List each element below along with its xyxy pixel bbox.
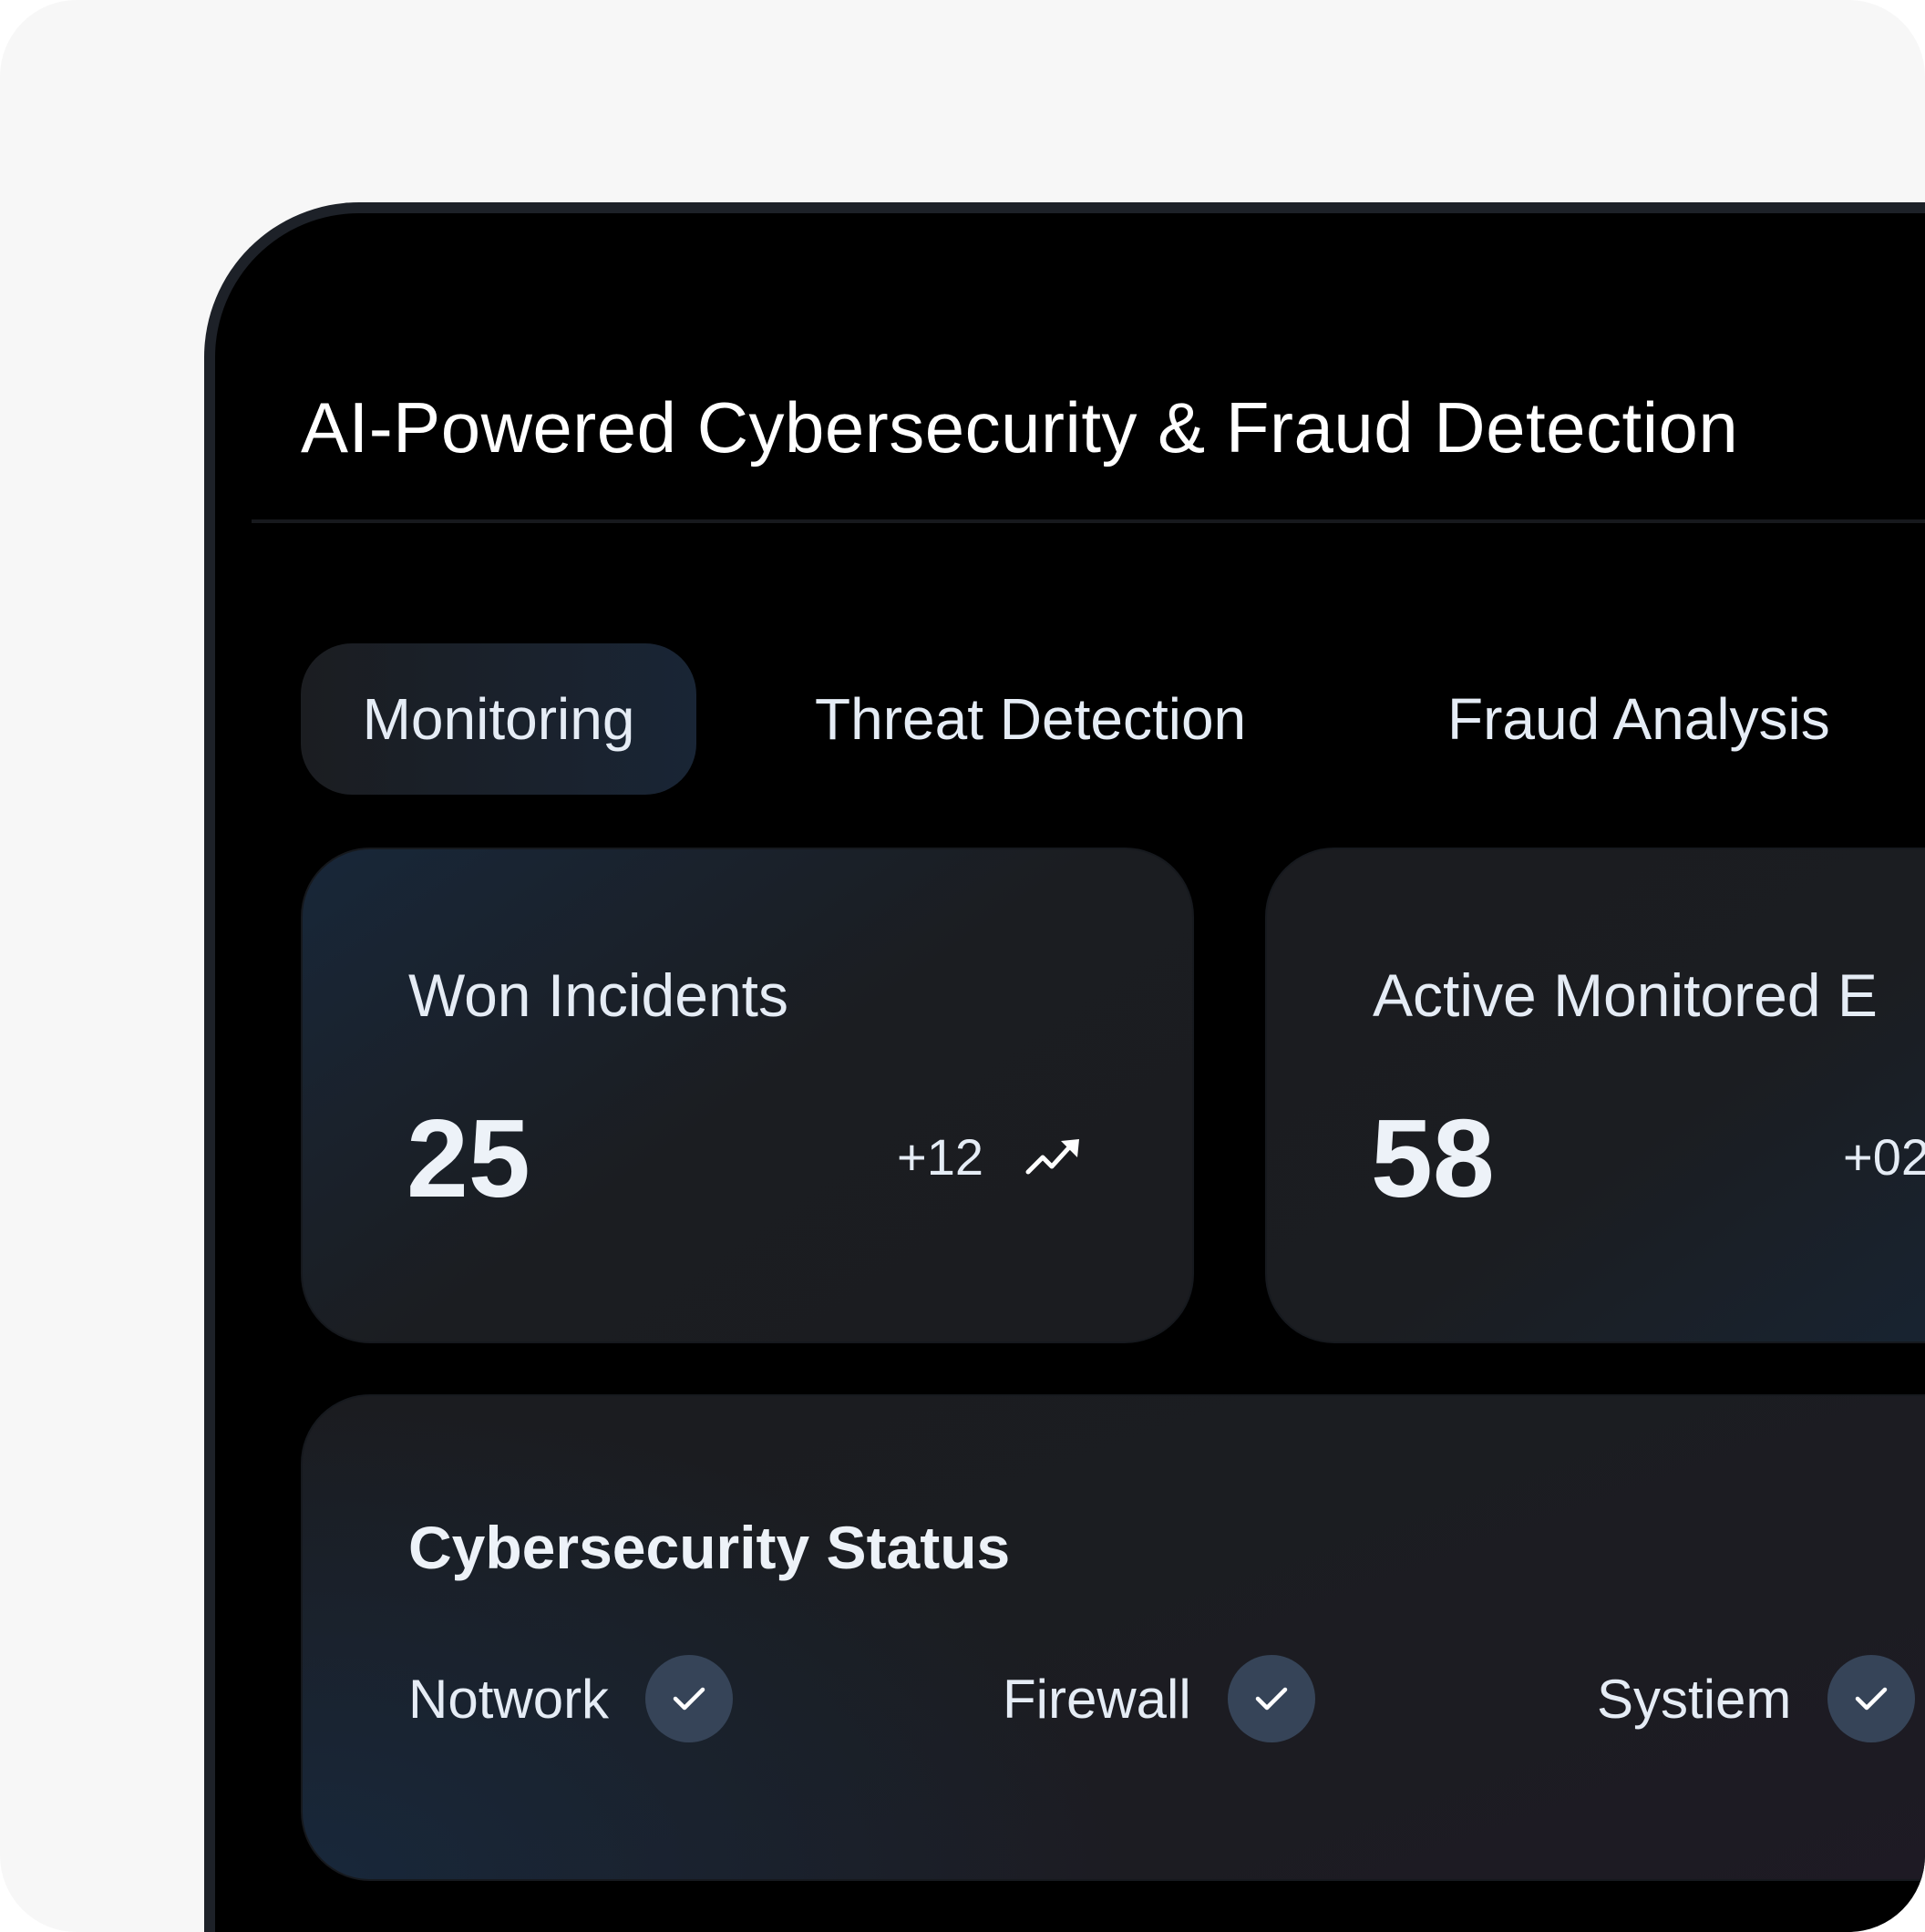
tab-threat-detection[interactable]: Threat Detection [815,643,1246,795]
tab-monitoring[interactable]: Monitoring [301,643,696,795]
stat-card-change: +02 [1843,1128,1925,1186]
stat-card-label: Active Monitored E [1373,961,1878,1029]
stat-card-active-monitored: Active Monitored E 58 +02 [1265,848,1925,1343]
cybersecurity-status-panel: Cybersecurity Status Notwork Firewall Sy… [301,1394,1925,1881]
stat-card-value: 25 [407,1096,530,1220]
status-item-firewall: Firewall [1003,1655,1315,1742]
check-icon [1827,1655,1916,1742]
check-icon [1227,1655,1315,1742]
app-window: AI-Powered Cybersecurity & Fraud Detecti… [204,202,1925,1932]
status-item-label: Firewall [1003,1668,1191,1730]
trending-up-icon [1025,1139,1079,1175]
status-item-network: Notwork [408,1655,734,1742]
status-panel-title: Cybersecurity Status [408,1514,1011,1581]
stat-card-value: 58 [1371,1096,1495,1220]
check-icon [645,1655,734,1742]
header-divider [252,519,1925,523]
stat-card-label: Won Incidents [408,961,789,1029]
page-background: AI-Powered Cybersecurity & Fraud Detecti… [0,0,1925,1932]
stat-card-change: +12 [897,1128,983,1186]
status-item-system: Systiem [1597,1655,1916,1742]
status-item-label: Systiem [1597,1668,1792,1730]
tab-fraud-analysis[interactable]: Fraud Analysis [1447,643,1830,795]
stat-card-won-incidents: Won Incidents 25 +12 [301,848,1194,1343]
status-item-label: Notwork [408,1668,610,1730]
app-title: AI-Powered Cybersecurity & Fraud Detecti… [301,387,1739,468]
